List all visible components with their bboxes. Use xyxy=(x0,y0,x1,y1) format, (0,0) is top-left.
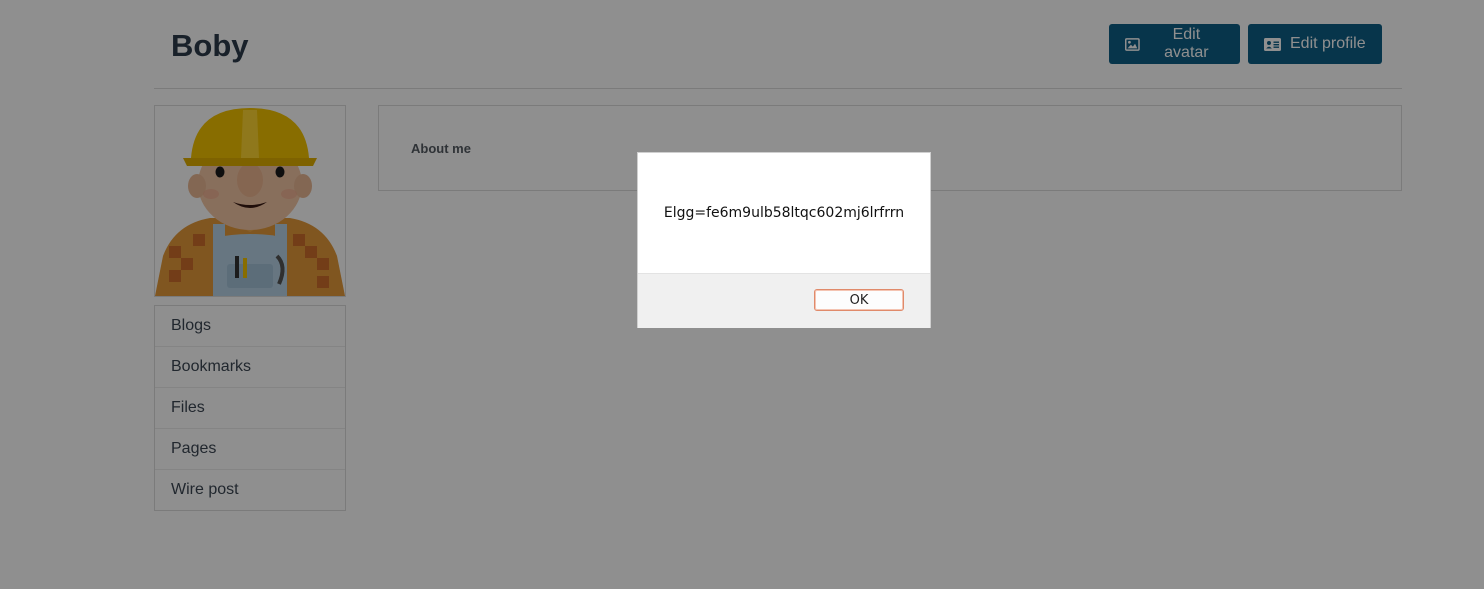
profile-page: Boby Edit avatar Edit profile Blogs Book… xyxy=(0,0,1484,589)
alert-footer: OK xyxy=(638,273,930,328)
ok-button[interactable]: OK xyxy=(814,289,904,311)
alert-message: Elgg=fe6m9ulb58ltqc602mj6lrfrrn xyxy=(663,205,905,221)
alert-dialog: Elgg=fe6m9ulb58ltqc602mj6lrfrrn OK xyxy=(637,152,931,328)
